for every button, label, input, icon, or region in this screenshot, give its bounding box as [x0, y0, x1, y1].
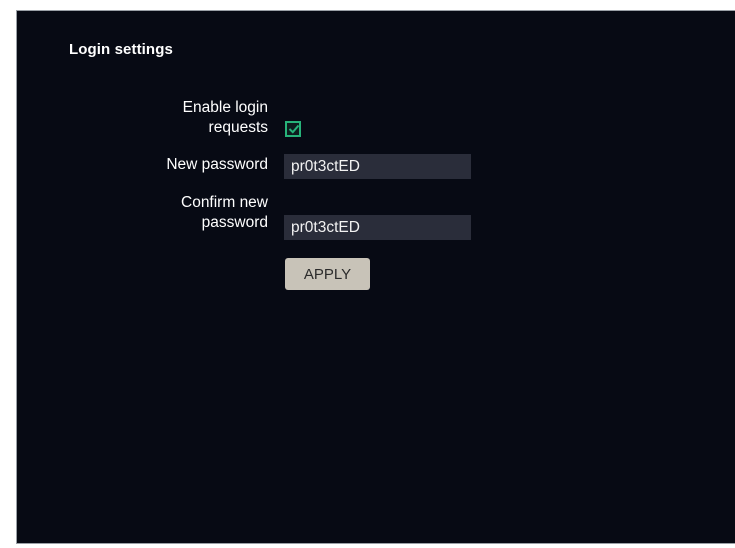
enable-login-label-line1: Enable login [182, 99, 268, 116]
apply-button[interactable]: APPLY [285, 258, 370, 290]
login-settings-panel: Login settings Enable login requests New… [16, 10, 735, 544]
section-title: Login settings [69, 41, 173, 58]
confirm-password-label-line2: password [201, 214, 268, 231]
enable-login-label-line2: requests [208, 119, 268, 136]
enable-login-label: Enable login requests [68, 98, 268, 138]
enable-login-checkbox[interactable] [285, 121, 301, 137]
new-password-field[interactable] [284, 154, 471, 179]
new-password-label: New password [166, 156, 268, 173]
confirm-password-field[interactable] [284, 215, 471, 240]
checkmark-icon [288, 124, 300, 134]
confirm-password-label: Confirm new password [68, 193, 268, 233]
confirm-password-label-line1: Confirm new [181, 194, 268, 211]
